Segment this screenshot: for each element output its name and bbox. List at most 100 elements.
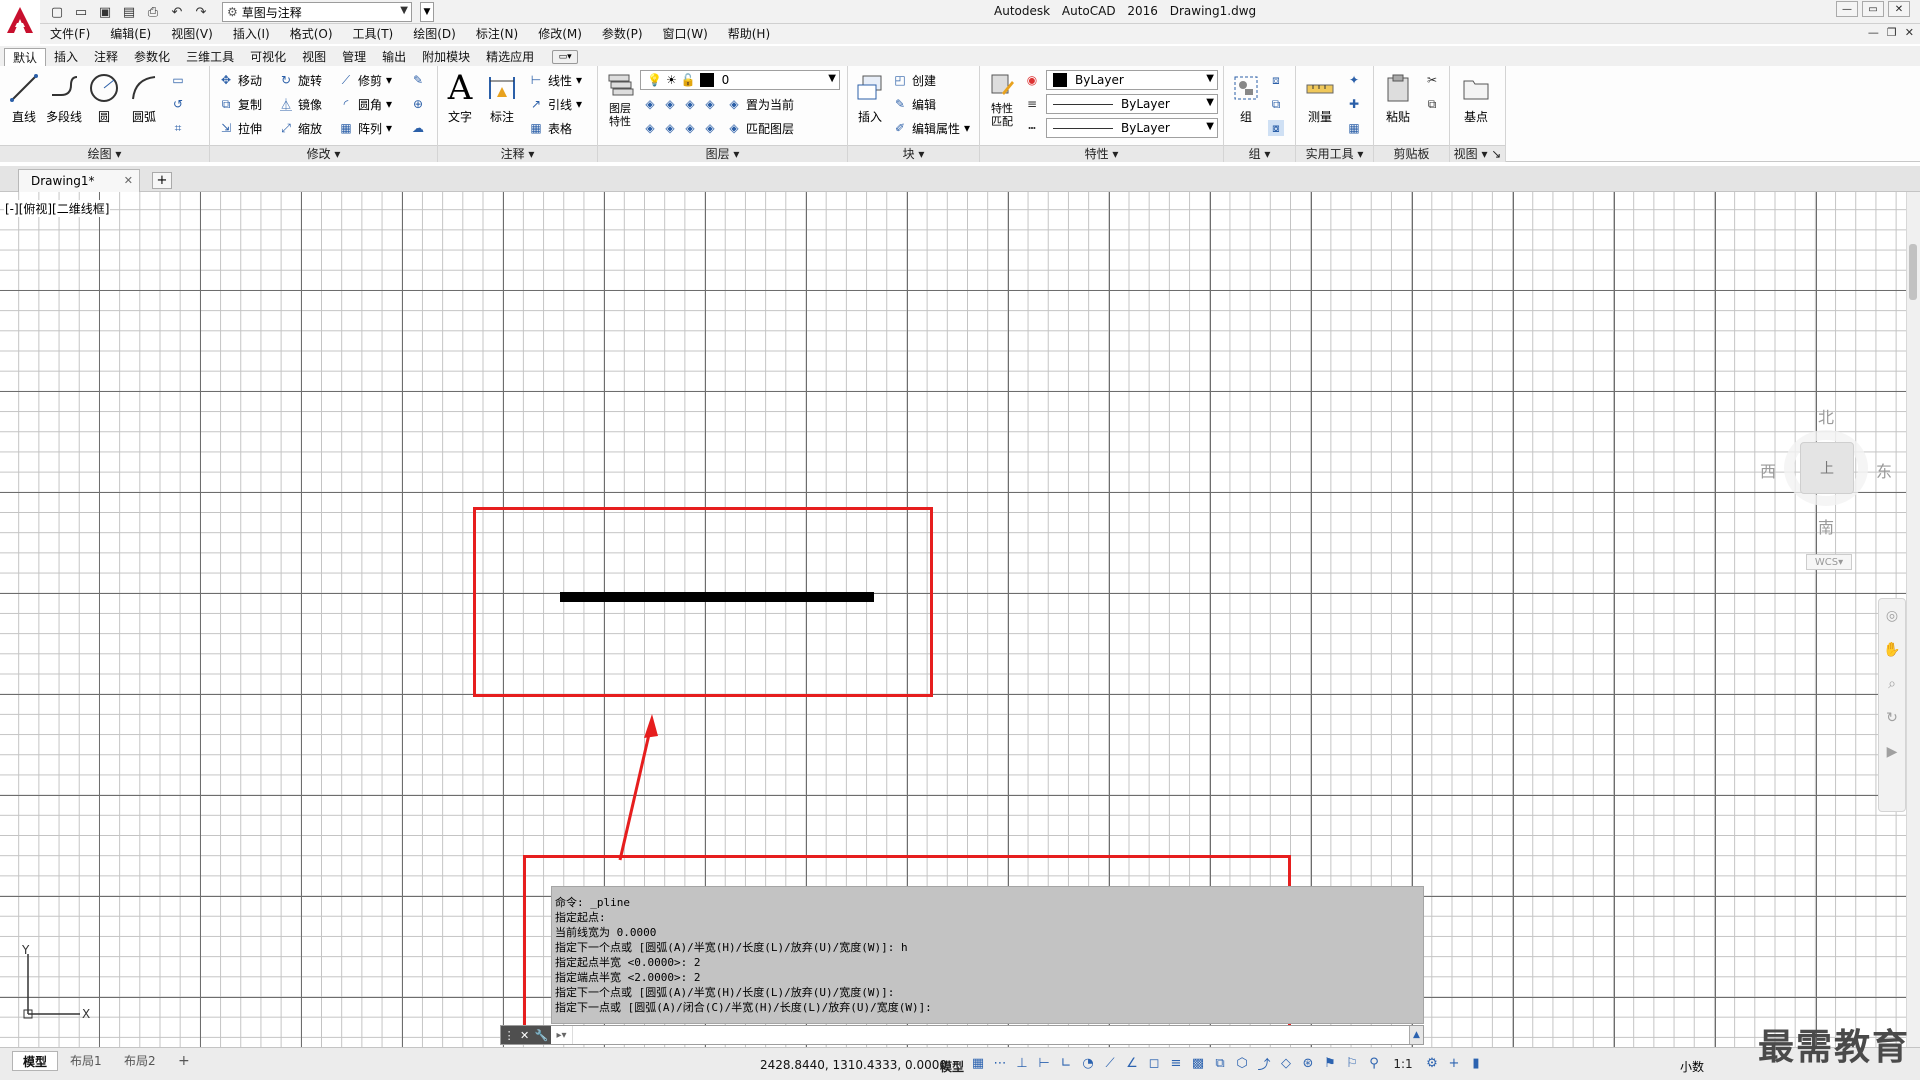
- close-tab-icon[interactable]: ✕: [124, 174, 133, 187]
- viewcube-north[interactable]: 北: [1818, 404, 1834, 428]
- menu-tools[interactable]: 工具(T): [343, 24, 404, 44]
- scrollbar-thumb[interactable]: [1909, 244, 1917, 300]
- layer-unisolate-icon[interactable]: ◈: [642, 120, 658, 136]
- menu-format[interactable]: 格式(O): [280, 24, 343, 44]
- wcs-menu[interactable]: WCS ▾: [1806, 554, 1852, 570]
- command-input[interactable]: [573, 1026, 1409, 1044]
- isolate-objects-icon[interactable]: ▮: [1468, 1056, 1484, 1071]
- utilities-panel-title[interactable]: 实用工具 ▾: [1296, 145, 1373, 162]
- annotation-scale-icon[interactable]: ⚲: [1366, 1056, 1382, 1071]
- layers-panel-title[interactable]: 图层 ▾: [598, 145, 847, 162]
- menu-help[interactable]: 帮助(H): [718, 24, 780, 44]
- make-current-tool[interactable]: ◈ 置为当前: [726, 94, 794, 114]
- selection-filter-icon[interactable]: ◇: [1278, 1056, 1294, 1071]
- tab-visualize[interactable]: 可视化: [242, 48, 294, 66]
- gizmo-icon[interactable]: ⊛: [1300, 1056, 1316, 1071]
- menu-parametric[interactable]: 参数(P): [592, 24, 653, 44]
- linear-dim-tool[interactable]: ⊢ 线性 ▾: [528, 70, 582, 90]
- tab-3d-tools[interactable]: 三维工具: [178, 48, 242, 66]
- tab-home[interactable]: 默认: [4, 48, 47, 66]
- linetype-tool[interactable]: ┅: [1024, 118, 1040, 138]
- tab-featured-apps[interactable]: 精选应用: [478, 48, 542, 66]
- model-space-toggle[interactable]: 模型: [940, 1058, 964, 1075]
- fillet-tool[interactable]: ◜ 圆角 ▾: [338, 94, 392, 114]
- tab-insert[interactable]: 插入: [46, 48, 86, 66]
- layer-off-icon[interactable]: ◈: [642, 96, 658, 112]
- osnap-icon[interactable]: ◻: [1146, 1056, 1162, 1071]
- steering-wheel-icon[interactable]: ◎: [1879, 599, 1905, 633]
- tab-output[interactable]: 输出: [374, 48, 414, 66]
- pan-icon[interactable]: ✋: [1879, 633, 1905, 667]
- linetype-select[interactable]: ByLayer ▼: [1046, 118, 1218, 138]
- viewcube[interactable]: 北 南 西 东 上 WCS ▾: [1756, 402, 1892, 582]
- print-icon[interactable]: ⎙: [144, 3, 162, 21]
- scale-tool[interactable]: ⤢ 缩放: [278, 118, 322, 138]
- table-tool[interactable]: ▦ 表格: [528, 118, 572, 138]
- transparency-icon[interactable]: ▩: [1190, 1056, 1206, 1071]
- maximize-button[interactable]: ▭: [1862, 1, 1884, 17]
- tab-parametric[interactable]: 参数化: [126, 48, 178, 66]
- circle-tool[interactable]: 圆: [84, 70, 124, 125]
- erase-tool[interactable]: ✎: [410, 70, 426, 90]
- object-snap-tracking-icon[interactable]: ∠: [1124, 1056, 1140, 1071]
- close-command-icon[interactable]: ✕: [520, 1029, 529, 1042]
- isodraft-icon[interactable]: ⟋: [1102, 1056, 1118, 1071]
- hatch-tool[interactable]: ↺: [170, 94, 186, 114]
- layout-tab-1[interactable]: 布局1: [60, 1051, 112, 1071]
- draw-panel-title[interactable]: 绘图 ▾: [0, 145, 209, 162]
- layer-properties-tool[interactable]: 图层 特性: [600, 70, 640, 128]
- workspace-gear-icon[interactable]: ⚙: [1424, 1056, 1440, 1071]
- save-icon[interactable]: ▣: [96, 3, 114, 21]
- measure-tool[interactable]: 测量: [1300, 70, 1340, 125]
- dynamic-ucs-icon[interactable]: ⤴: [1256, 1054, 1272, 1073]
- drawing-canvas[interactable]: [-][俯视][二维线框] 北 南 西 东 上 WCS ▾ ◎ ✋ ⌕ ↻ ▶ …: [0, 192, 1920, 1047]
- calculator-tool[interactable]: ▦: [1346, 118, 1362, 138]
- match-properties-tool[interactable]: 特性 匹配: [982, 70, 1022, 128]
- offset-tool[interactable]: ☁: [410, 118, 426, 138]
- explode-tool[interactable]: ⊕: [410, 94, 426, 114]
- layer-lock-icon[interactable]: ◈: [702, 96, 718, 112]
- menu-view[interactable]: 视图(V): [161, 24, 223, 44]
- point-id-tool[interactable]: ✚: [1346, 94, 1362, 114]
- cut-tool[interactable]: ✂: [1424, 70, 1440, 90]
- doc-minimize-icon[interactable]: —: [1868, 26, 1879, 39]
- doc-restore-icon[interactable]: ❐: [1887, 26, 1897, 39]
- color-select[interactable]: ByLayer ▼: [1046, 70, 1218, 90]
- auto-scale-icon[interactable]: ⚐: [1344, 1056, 1360, 1071]
- paste-tool[interactable]: 粘贴: [1378, 70, 1418, 125]
- layer-unlock-icon[interactable]: ◈: [682, 120, 698, 136]
- undo-icon[interactable]: ↶: [168, 3, 186, 21]
- orbit-icon[interactable]: ↻: [1879, 701, 1905, 735]
- add-layout-icon[interactable]: +: [168, 1051, 200, 1071]
- polar-icon[interactable]: ◔: [1080, 1056, 1096, 1071]
- layer-thaw-icon[interactable]: ◈: [662, 120, 678, 136]
- new-file-icon[interactable]: ▢: [48, 3, 66, 21]
- minimize-button[interactable]: —: [1836, 1, 1858, 17]
- menu-modify[interactable]: 修改(M): [528, 24, 592, 44]
- application-menu-button[interactable]: [0, 0, 40, 40]
- close-button[interactable]: ✕: [1888, 1, 1910, 17]
- polyline-tool[interactable]: 多段线: [44, 70, 84, 125]
- open-folder-icon[interactable]: ▭: [72, 3, 90, 21]
- ortho-icon[interactable]: ∟: [1058, 1056, 1074, 1071]
- menu-draw[interactable]: 绘图(D): [403, 24, 466, 44]
- rectangle-tool[interactable]: ▭: [170, 70, 186, 90]
- vertical-scrollbar[interactable]: [1906, 192, 1920, 1047]
- mirror-tool[interactable]: ⏅ 镜像: [278, 94, 322, 114]
- dimension-tool[interactable]: 标注: [482, 70, 522, 125]
- layer-select[interactable]: 💡 ☀ 🔓 0 ▼: [640, 70, 840, 90]
- tab-drawing1[interactable]: Drawing1* ✕: [18, 169, 140, 192]
- zoom-icon[interactable]: ⌕: [1879, 667, 1905, 701]
- viewcube-west[interactable]: 西: [1760, 458, 1776, 482]
- arc-tool[interactable]: 圆弧: [124, 70, 164, 125]
- annotation-monitor-icon[interactable]: +: [1446, 1056, 1462, 1071]
- stretch-tool[interactable]: ⇲ 拉伸: [218, 118, 262, 138]
- layer-freeze-icon[interactable]: ◈: [682, 96, 698, 112]
- text-tool[interactable]: A 文字: [440, 68, 480, 125]
- lineweight-tool[interactable]: ≡: [1024, 94, 1040, 114]
- command-scroll-button[interactable]: ▲: [1409, 1026, 1423, 1044]
- menu-file[interactable]: 文件(F): [40, 24, 100, 44]
- color-wheel-tool[interactable]: ◉: [1024, 70, 1040, 90]
- menu-insert[interactable]: 插入(I): [223, 24, 280, 44]
- wrench-icon[interactable]: 🔧: [535, 1029, 549, 1042]
